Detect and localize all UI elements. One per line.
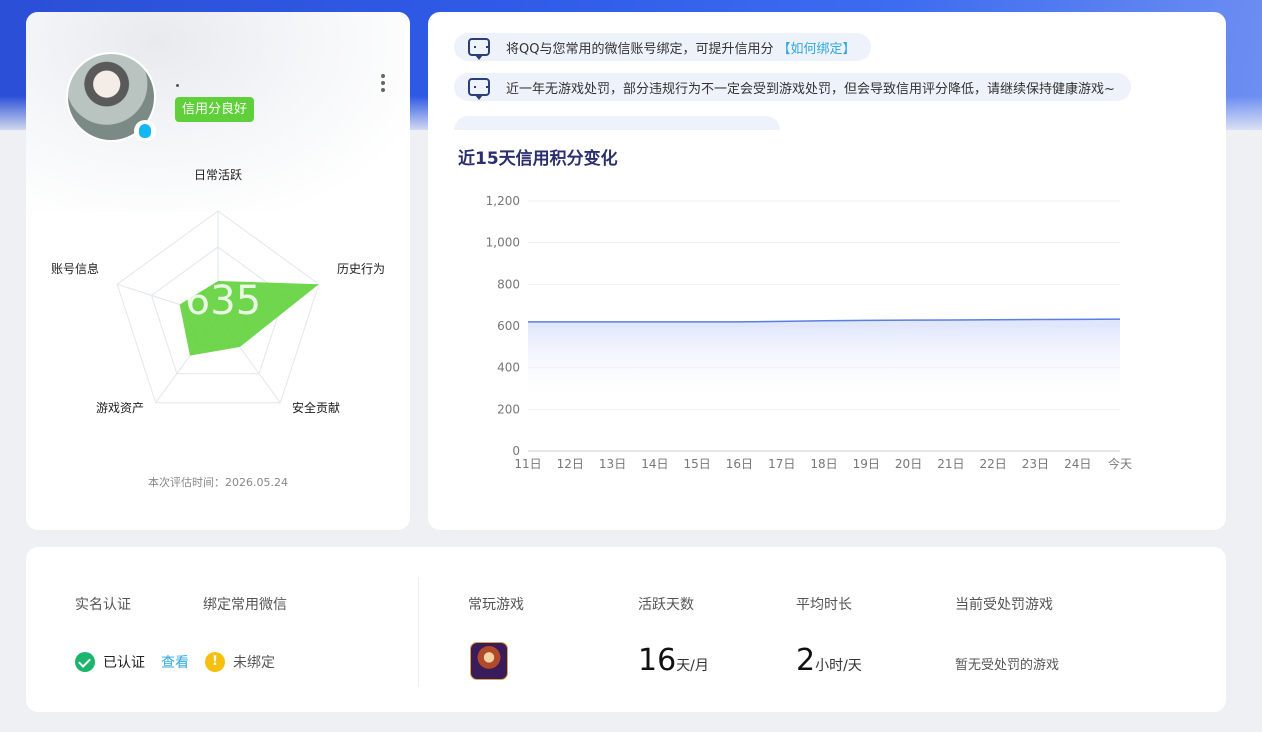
x-tick-label: 24日	[1064, 457, 1091, 471]
y-tick-label: 400	[497, 361, 520, 375]
x-tick-label: 22日	[980, 457, 1007, 471]
x-tick-label: 13日	[599, 457, 626, 471]
game-icon[interactable]	[470, 642, 508, 680]
y-tick-label: 1,200	[486, 194, 520, 208]
y-tick-label: 200	[497, 402, 520, 416]
y-tick-label: 800	[497, 277, 520, 291]
credit-line-chart: 0 200 400 600 800 1,000 1,200 11日 12日 13日 14日 15日 1…	[486, 194, 1132, 471]
y-tick-label: 1,000	[486, 236, 520, 250]
chart-area	[528, 319, 1120, 397]
y-tick-label: 0	[512, 444, 520, 458]
radar-label-history-behavior: 历史行为	[337, 262, 386, 276]
x-tick-label: 12日	[557, 457, 584, 471]
realname-label: 实名认证	[75, 597, 131, 613]
qq-icon	[134, 120, 156, 142]
wechat-bind-label: 绑定常用微信	[203, 597, 287, 613]
radar-label-game-assets: 游戏资产	[96, 401, 145, 415]
average-duration-value: 2小时/天	[796, 643, 862, 678]
active-days-value: 16天/月	[638, 643, 709, 678]
credit-score: 635	[185, 278, 261, 324]
account-stats-card: 实名认证 绑定常用微信 已认证 查看 ! 未绑定 常玩游戏 活跃天数 16天/月…	[26, 547, 1226, 712]
evaluation-time-value: 2026.05.24	[225, 476, 288, 489]
wechat-status: 未绑定	[233, 655, 275, 671]
x-tick-label: 20日	[895, 457, 922, 471]
radar-label-account-info: 账号信息	[51, 262, 100, 276]
x-tick-label: 15日	[684, 457, 711, 471]
profile-card: 信用分良好 635 日常活跃 历史行为 安全贡献 游戏资产 账号信息 本次评估时…	[26, 12, 410, 530]
average-duration-label: 平均时长	[796, 597, 852, 613]
y-tick-label: 600	[497, 319, 520, 333]
view-link[interactable]: 查看	[161, 652, 189, 672]
verification-status: 已认证 查看 ! 未绑定	[75, 652, 275, 672]
x-tick-label: 18日	[810, 457, 837, 471]
credit-status-badge: 信用分良好	[175, 97, 255, 122]
active-days-label: 活跃天数	[638, 597, 694, 613]
x-tick-label: 21日	[937, 457, 964, 471]
more-options-icon[interactable]	[379, 74, 387, 96]
frequent-game-label: 常玩游戏	[468, 597, 524, 613]
evaluation-time: 本次评估时间：2026.05.24	[26, 474, 410, 490]
x-tick-label: 14日	[641, 457, 668, 471]
radar-label-daily-activity: 日常活跃	[194, 168, 243, 182]
x-tick-label: 19日	[853, 457, 880, 471]
x-tick-label: 23日	[1022, 457, 1049, 471]
penalty-game-label: 当前受处罚游戏	[955, 597, 1053, 613]
x-tick-label: 11日	[514, 457, 541, 471]
divider	[418, 577, 419, 687]
realname-status: 已认证	[103, 655, 145, 671]
check-circle-icon	[75, 652, 95, 672]
x-tick-label: 今天	[1108, 456, 1132, 471]
x-tick-label: 16日	[726, 457, 753, 471]
x-tick-label: 17日	[768, 457, 795, 471]
warning-icon: !	[205, 652, 225, 672]
penalty-game-value: 暂无受处罚的游戏	[955, 658, 1060, 673]
radar-label-security-contribution: 安全贡献	[292, 401, 341, 415]
radar-chart: 635	[116, 210, 320, 404]
evaluation-time-label: 本次评估时间：	[148, 476, 225, 489]
nickname	[176, 84, 179, 87]
credit-chart-card: 将QQ与您常用的微信账号绑定，可提升信用分 【如何绑定】 近一年无游戏处罚，部分…	[428, 12, 1226, 530]
